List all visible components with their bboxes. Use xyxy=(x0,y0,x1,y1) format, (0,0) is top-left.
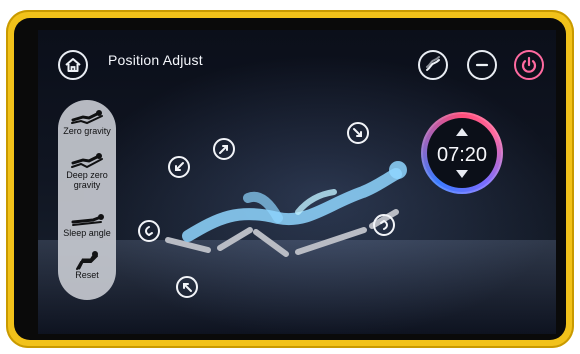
curve-button[interactable] xyxy=(418,50,448,80)
page-title: Position Adjust xyxy=(108,52,203,68)
arrow-icon xyxy=(380,220,388,230)
adjust-arrow-button-4[interactable] xyxy=(138,220,160,242)
arrow-icon xyxy=(183,283,192,292)
menu-item-zero-gravity[interactable]: Zero gravity xyxy=(58,108,116,136)
menu-item-reset[interactable]: Reset xyxy=(58,250,116,280)
timer-increase-button[interactable] xyxy=(456,128,468,136)
menu-label-sleep-angle: Sleep angle xyxy=(63,228,111,238)
left-menu: Zero gravity Deep zero gravity Sleep ang… xyxy=(58,100,116,300)
massage-chair-illustration xyxy=(165,161,407,257)
timer-inner: 07:20 xyxy=(427,118,497,188)
timer-dial: 07:20 xyxy=(421,112,503,194)
adjust-arrow-button-5[interactable] xyxy=(176,276,198,298)
menu-item-deep-zero-gravity[interactable]: Deep zero gravity xyxy=(58,152,116,190)
adjust-arrow-button-6[interactable] xyxy=(373,214,395,236)
power-icon xyxy=(521,56,537,73)
minus-button[interactable] xyxy=(467,50,497,80)
adjust-arrow-button-1[interactable] xyxy=(168,156,190,178)
reset-icon xyxy=(76,251,98,270)
arrow-icon xyxy=(145,226,153,236)
power-button[interactable] xyxy=(514,50,544,80)
minus-icon xyxy=(475,63,489,67)
adjust-arrow-button-3[interactable] xyxy=(347,122,369,144)
sleep-angle-icon xyxy=(71,214,104,226)
home-icon xyxy=(65,58,81,72)
zero-gravity-icon xyxy=(71,110,103,125)
adjust-arrow-button-2[interactable] xyxy=(213,138,235,160)
menu-label-reset: Reset xyxy=(75,270,99,280)
menu-label-zero-gravity: Zero gravity xyxy=(63,126,111,136)
menu-item-sleep-angle[interactable]: Sleep angle xyxy=(58,210,116,238)
arrow-icon xyxy=(219,145,228,154)
massage-chair-screen: Position Adjust Zero gravity Deep zero g… xyxy=(38,30,556,334)
arrow-icon xyxy=(353,128,362,137)
timer-decrease-button[interactable] xyxy=(456,170,468,178)
deep-zero-gravity-icon xyxy=(71,153,103,169)
menu-label-deep-zero-gravity: Deep zero gravity xyxy=(66,170,108,190)
recline-curve-icon xyxy=(426,56,440,71)
home-button[interactable] xyxy=(58,50,88,80)
timer-value: 07:20 xyxy=(436,144,488,166)
arrow-icon xyxy=(175,162,184,171)
